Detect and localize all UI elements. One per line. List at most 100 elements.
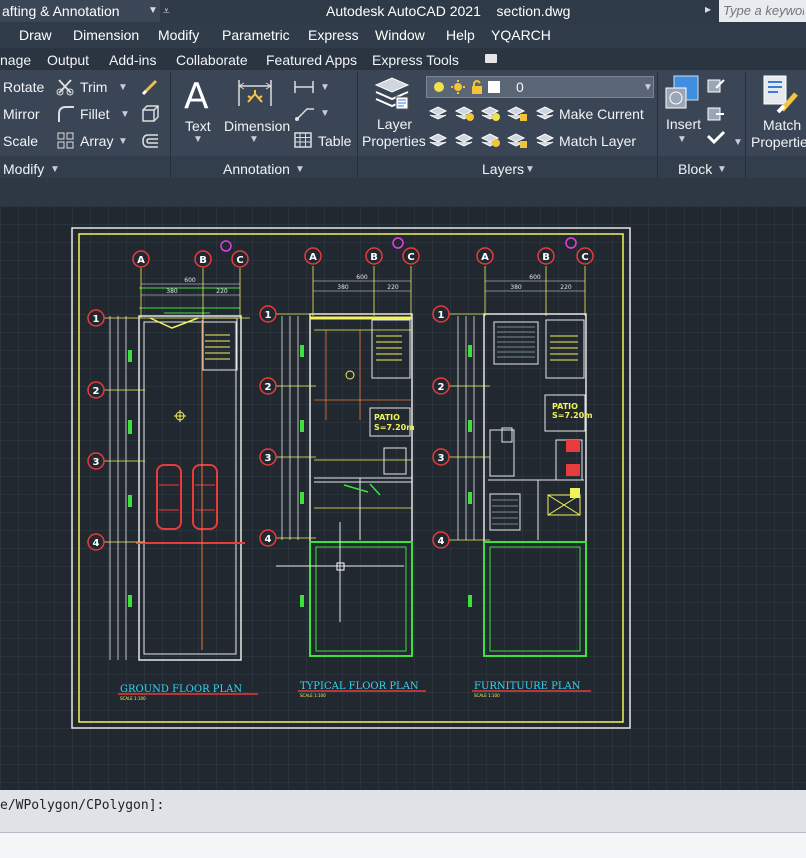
fillet-icon	[58, 106, 74, 122]
fillet-button[interactable]: Fillet	[80, 106, 110, 122]
dimension-label: 600	[356, 274, 368, 281]
scale-label: SCALE 1:100	[300, 693, 326, 698]
grid-number: 4	[265, 534, 272, 545]
search-input[interactable]	[719, 0, 806, 22]
chevron-down-icon[interactable]: ▼	[249, 134, 259, 145]
explode-icon[interactable]	[140, 104, 160, 124]
menu-yqarch[interactable]: YQARCH	[491, 27, 551, 43]
match-layer-icon	[535, 133, 555, 147]
tab-manage[interactable]: nage	[0, 52, 31, 68]
grid-letter: C	[236, 255, 243, 266]
tab-overflow-icon[interactable]	[485, 54, 497, 63]
block-tools-icons[interactable]	[706, 78, 726, 148]
chevron-down-icon[interactable]: ▼	[295, 164, 305, 175]
layer-properties-icon	[374, 77, 410, 110]
current-layer-value: 0	[516, 79, 524, 95]
panel-modify-title[interactable]: Modify	[3, 161, 44, 177]
layer-properties-button-line1[interactable]: Layer	[377, 116, 412, 132]
tab-collaborate[interactable]: Collaborate	[176, 52, 248, 68]
grid-letter: B	[542, 252, 550, 263]
menu-draw[interactable]: Draw	[19, 27, 52, 43]
drawing-view[interactable]: A B C A B C A B C 1 2 3 4 1 2 3 4 1 2 3 …	[0, 206, 806, 790]
panel-layers-title[interactable]: Layers	[482, 161, 524, 177]
tab-output[interactable]: Output	[47, 52, 89, 68]
panel-block-title[interactable]: Block	[678, 161, 712, 177]
mirror-button[interactable]: Mirror	[3, 106, 40, 122]
grid-letter: C	[581, 252, 588, 263]
panel-divider	[657, 72, 658, 178]
file-tabs-strip	[0, 178, 806, 206]
make-current-button[interactable]: Make Current	[559, 106, 644, 122]
tab-express-tools[interactable]: Express Tools	[372, 52, 459, 68]
menu-window[interactable]: Window	[375, 27, 425, 43]
dimension-icon	[238, 80, 272, 106]
chevron-right-icon[interactable]: ▸	[705, 2, 711, 16]
grid-letter: C	[407, 252, 414, 263]
dimension-label: 380	[166, 288, 178, 295]
scale-button[interactable]: Scale	[3, 133, 38, 149]
grid-number: 3	[265, 453, 272, 464]
patio-area-label: S=7.20m	[552, 411, 593, 420]
chevron-down-icon[interactable]: ▼	[120, 109, 130, 120]
match-properties-button-line2[interactable]: Propertie	[751, 134, 806, 150]
grid-number: 2	[265, 382, 272, 393]
grid-number: 4	[93, 538, 100, 549]
dimension-label: 220	[216, 288, 228, 295]
dimension-label: 600	[529, 274, 541, 281]
layer-tools-row2-icons[interactable]	[428, 131, 532, 149]
chevron-down-icon[interactable]: ▼	[525, 164, 535, 175]
trim-button[interactable]: Trim	[80, 79, 107, 95]
menu-dimension[interactable]: Dimension	[73, 27, 139, 43]
panel-divider	[745, 72, 746, 178]
workspace-selector[interactable]: afting & Annotation	[0, 0, 160, 22]
grid-letter: A	[309, 252, 317, 263]
insert-block-icon	[665, 75, 699, 109]
tab-add-ins[interactable]: Add-ins	[109, 52, 156, 68]
svg-text:A: A	[184, 76, 209, 112]
dimension-label: 220	[560, 284, 572, 291]
rotate-button[interactable]: Rotate	[3, 79, 44, 95]
patio-area-label: S=7.20m	[374, 423, 415, 432]
chevron-down-icon[interactable]: ▼	[643, 82, 653, 93]
command-input-bar[interactable]	[0, 832, 806, 858]
match-layer-button[interactable]: Match Layer	[559, 133, 636, 149]
menu-help[interactable]: Help	[446, 27, 475, 43]
chevron-down-icon[interactable]: ▼	[148, 0, 160, 22]
erase-icon[interactable]	[140, 77, 160, 97]
grid-number: 2	[438, 382, 445, 393]
chevron-down-icon[interactable]: ▼	[118, 136, 128, 147]
grid-number: 1	[93, 314, 100, 325]
leader-icon[interactable]	[293, 105, 315, 121]
menu-parametric[interactable]: Parametric	[222, 27, 290, 43]
chevron-down-icon[interactable]: ▼	[118, 82, 128, 93]
insert-button[interactable]: Insert	[666, 116, 701, 132]
chevron-down-icon[interactable]: ▼	[717, 164, 727, 175]
quick-access-menu-icon[interactable]: ⩡	[163, 0, 175, 22]
chevron-down-icon[interactable]: ▼	[733, 137, 743, 148]
chevron-down-icon[interactable]: ▼	[50, 164, 60, 175]
chevron-down-icon[interactable]: ▼	[677, 134, 687, 145]
menu-modify[interactable]: Modify	[158, 27, 199, 43]
dimension-button[interactable]: Dimension	[224, 118, 290, 134]
array-button[interactable]: Array	[80, 133, 113, 149]
linear-dimension-icon[interactable]	[293, 79, 315, 95]
tab-featured-apps[interactable]: Featured Apps	[266, 52, 357, 68]
panel-divider	[357, 72, 358, 178]
text-button[interactable]: Text	[185, 118, 211, 134]
make-current-icon	[535, 106, 555, 120]
grid-number: 1	[438, 310, 445, 321]
dimension-label: 380	[510, 284, 522, 291]
offset-icon[interactable]	[140, 131, 160, 151]
chevron-down-icon[interactable]: ▼	[320, 108, 330, 119]
chevron-down-icon[interactable]: ▼	[320, 82, 330, 93]
grid-number: 3	[93, 457, 100, 468]
match-properties-button-line1[interactable]: Match	[763, 117, 801, 133]
table-button[interactable]: Table	[318, 133, 351, 149]
dimension-label: 220	[387, 284, 399, 291]
chevron-down-icon[interactable]: ▼	[193, 134, 203, 145]
menu-express[interactable]: Express	[308, 27, 359, 43]
layer-tools-row1-icons[interactable]	[428, 104, 532, 122]
panel-annotation-title[interactable]: Annotation	[223, 161, 290, 177]
scale-label: SCALE 1:100	[474, 693, 500, 698]
layer-properties-button-line2[interactable]: Properties	[362, 133, 426, 149]
